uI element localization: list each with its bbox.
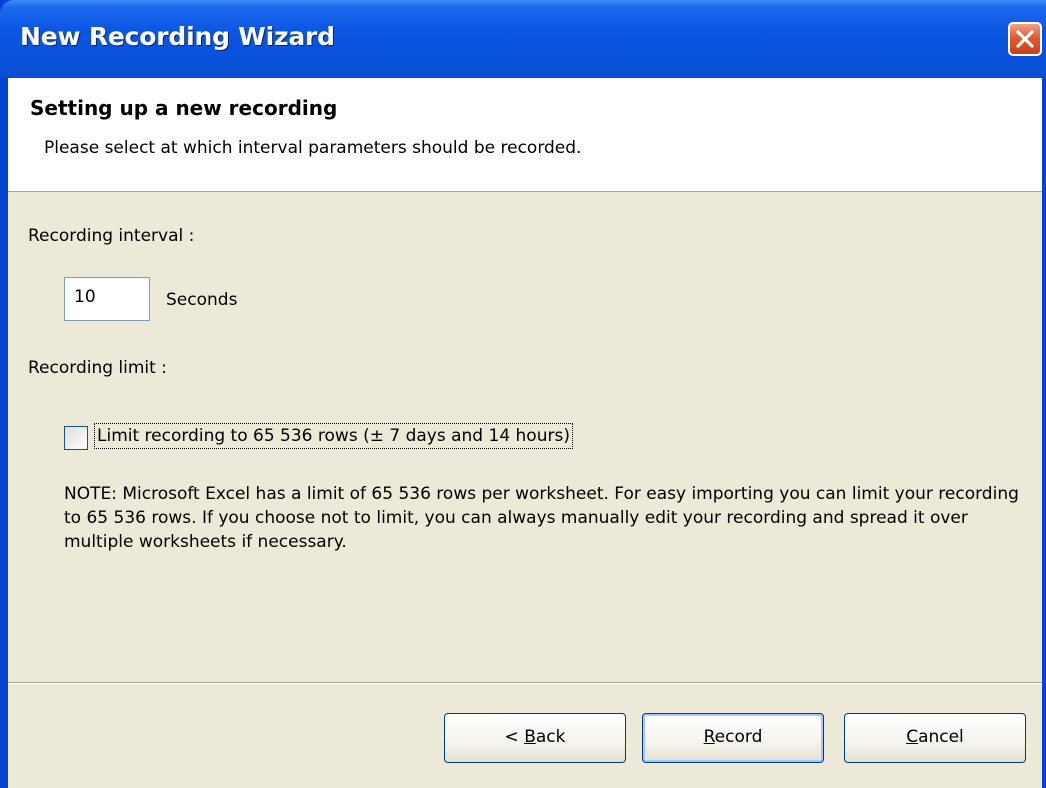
- recording-interval-label: Recording interval :: [28, 226, 195, 246]
- back-button[interactable]: < Back: [444, 713, 626, 763]
- dialog-client-area: Setting up a new recording Please select…: [8, 78, 1042, 788]
- page-heading: Setting up a new recording: [30, 96, 338, 120]
- back-button-prefix: <: [504, 727, 525, 747]
- close-button[interactable]: [1008, 22, 1042, 56]
- close-icon: [1016, 30, 1034, 48]
- record-button-label: ecord: [714, 727, 763, 747]
- interval-input[interactable]: 10: [64, 277, 150, 321]
- record-button-accesskey: R: [703, 727, 715, 747]
- back-button-label: ack: [535, 727, 566, 747]
- wizard-header: Setting up a new recording Please select…: [8, 78, 1042, 192]
- cancel-button-accesskey: C: [906, 727, 919, 747]
- excel-limit-note: NOTE: Microsoft Excel has a limit of 65 …: [64, 484, 1019, 552]
- cancel-button[interactable]: Cancel: [844, 713, 1026, 763]
- limit-checkbox[interactable]: [64, 426, 88, 450]
- back-button-accesskey: B: [524, 727, 536, 747]
- record-button[interactable]: Record: [642, 713, 824, 763]
- page-subheading: Please select at which interval paramete…: [44, 138, 582, 158]
- interval-unit-label: Seconds: [166, 290, 238, 310]
- title-bar[interactable]: New Recording Wizard: [0, 0, 1046, 78]
- footer-divider-highlight: [8, 683, 1042, 684]
- wizard-window: New Recording Wizard Setting up a new re…: [0, 0, 1046, 788]
- window-title: New Recording Wizard: [20, 22, 335, 51]
- limit-checkbox-label[interactable]: Limit recording to 65 536 rows (± 7 days…: [94, 423, 573, 449]
- cancel-button-label: ancel: [918, 727, 964, 747]
- recording-limit-label: Recording limit :: [28, 358, 167, 378]
